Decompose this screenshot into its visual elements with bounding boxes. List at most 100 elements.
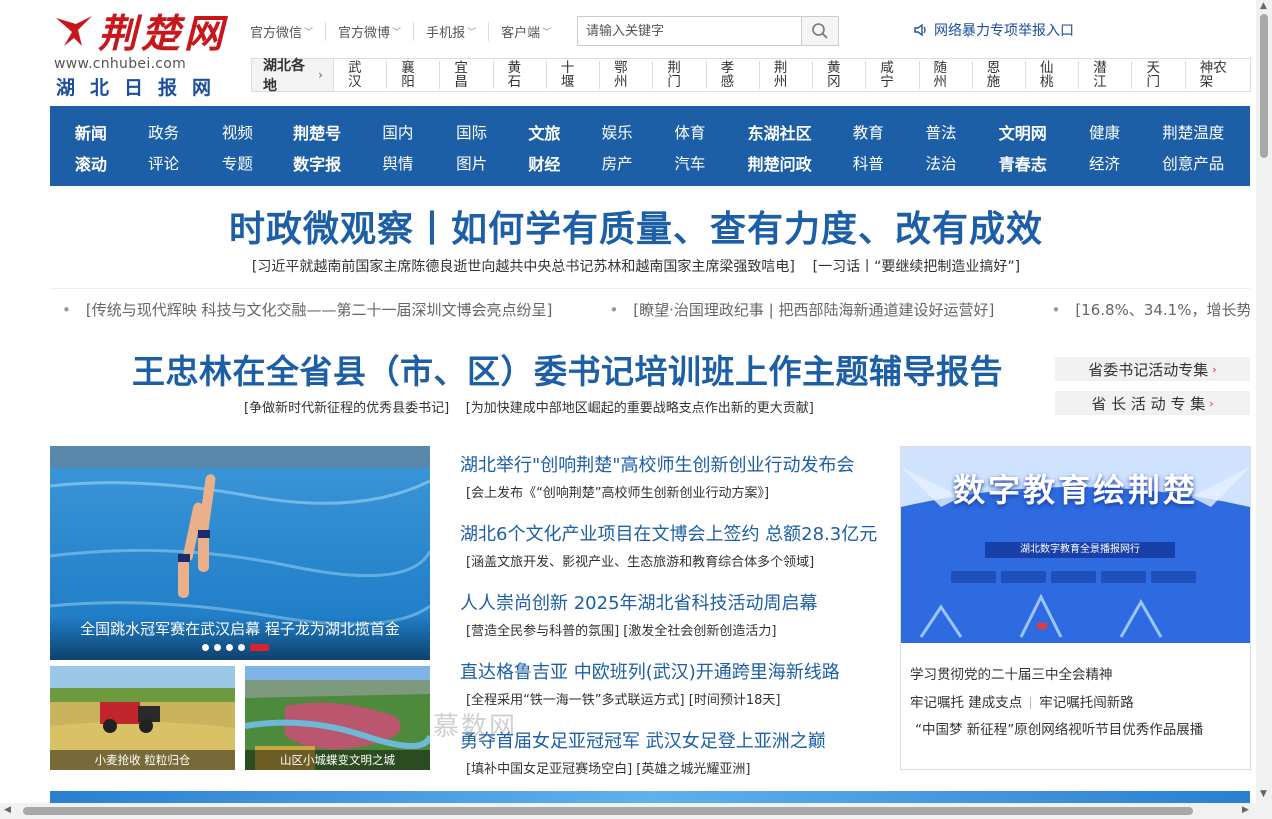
- city-link[interactable]: 咸宁: [866, 61, 920, 89]
- scroll-down-icon[interactable]: ▼: [1260, 789, 1267, 799]
- nav-link[interactable]: 财经: [503, 147, 587, 179]
- city-link[interactable]: 天门: [1132, 61, 1186, 89]
- nav-link[interactable]: 汽车: [648, 147, 732, 179]
- toplink-client[interactable]: 客户端 ﹀: [501, 22, 563, 41]
- promo-link[interactable]: 牢记嘱托 建成支点: [910, 695, 1022, 711]
- nav-link[interactable]: 评论: [132, 147, 196, 179]
- nav-link[interactable]: 荆楚温度: [1136, 116, 1250, 148]
- carousel-dot[interactable]: [202, 644, 209, 651]
- news-title[interactable]: 勇夺首届女足亚冠冠军 武汉女足登上亚洲之巅: [460, 727, 890, 753]
- vertical-scrollbar[interactable]: ▲ ▼: [1256, 0, 1272, 803]
- city-link[interactable]: 荆门: [653, 61, 707, 89]
- city-link[interactable]: 武汉: [334, 61, 388, 89]
- news-title[interactable]: 湖北6个文化产业项目在文博会上签约 总额28.3亿元: [460, 520, 890, 546]
- nav-link[interactable]: 经济: [1073, 147, 1137, 179]
- promo-link[interactable]: “中国梦 新征程”原创网络视听节目优秀作品展播: [915, 718, 1203, 738]
- ticker-item[interactable]: •[16.8%、34.1%，增长势头强: [1051, 301, 1250, 319]
- news-title[interactable]: 直达格鲁吉亚 中欧班列(武汉)开通跨里海新线路: [460, 658, 890, 684]
- cities-head[interactable]: 湖北各地 ›: [252, 58, 334, 94]
- nav-link[interactable]: 健康: [1073, 116, 1137, 148]
- scroll-right-icon[interactable]: ▶: [1242, 805, 1249, 815]
- carousel-dot-active[interactable]: [250, 644, 269, 651]
- nav-link[interactable]: 政务: [132, 116, 196, 148]
- headline-sublink[interactable]: [习近平就越南前国家主席陈德良逝世向越共中央总书记苏林和越南国家主席梁强致唁电]: [252, 259, 795, 275]
- news-sublink[interactable]: [会上发布《“创响荆楚”高校师生创新创业行动方案》]: [466, 482, 890, 501]
- nav-link[interactable]: 滚动: [50, 147, 132, 179]
- site-logo[interactable]: 荆楚网 www.cnhubei.com 湖北日报网: [52, 10, 232, 99]
- nav-link[interactable]: 数字报: [279, 147, 355, 179]
- scroll-up-icon[interactable]: ▲: [1260, 1, 1267, 11]
- nav-link[interactable]: 文明网: [973, 116, 1073, 148]
- horizontal-scrollbar[interactable]: ◀ ▶: [0, 803, 1272, 819]
- nav-link[interactable]: 普法: [909, 116, 973, 148]
- carousel-dot[interactable]: [226, 644, 233, 651]
- city-link[interactable]: 黄冈: [813, 61, 867, 89]
- search-button[interactable]: [801, 17, 838, 45]
- scroll-thumb[interactable]: [23, 807, 1193, 815]
- city-link[interactable]: 鄂州: [600, 61, 654, 89]
- headline-sublink[interactable]: [一习话丨“要继续把制造业搞好”]: [813, 259, 1020, 275]
- nav-link[interactable]: 舆情: [355, 147, 441, 179]
- report-link[interactable]: 网络暴力专项举报入口: [913, 20, 1074, 40]
- news-title[interactable]: 湖北举行"创响荆楚"高校师生创新创业行动发布会: [460, 451, 890, 477]
- nav-link[interactable]: 荆楚问政: [732, 147, 828, 179]
- nav-link[interactable]: 房产: [586, 147, 648, 179]
- nav-link[interactable]: 教育: [827, 116, 909, 148]
- city-link[interactable]: 襄阳: [387, 61, 441, 89]
- nav-link[interactable]: 视频: [196, 116, 280, 148]
- search-input[interactable]: [578, 17, 801, 45]
- photo-thumb-wheat[interactable]: 小麦抢收 粒粒归仓: [50, 666, 235, 770]
- carousel-dot[interactable]: [238, 644, 245, 651]
- photo-thumb-city[interactable]: 山区小城蝶变文明之城: [245, 666, 430, 770]
- promo-link[interactable]: 牢记嘱托闯新路: [1039, 695, 1134, 711]
- city-link[interactable]: 潜江: [1079, 61, 1133, 89]
- nav-link[interactable]: 图片: [441, 147, 503, 179]
- toplink-wechat[interactable]: 官方微信 ﹀: [250, 21, 327, 41]
- scroll-thumb[interactable]: [1260, 14, 1268, 158]
- news-sublink[interactable]: [填补中国女足亚冠赛场空白] [英雄之城光耀亚洲]: [466, 758, 890, 777]
- city-link[interactable]: 随州: [920, 61, 973, 89]
- chevron-right-icon: ›: [318, 68, 323, 82]
- nav-link[interactable]: 文旅: [503, 116, 587, 148]
- ticker-item[interactable]: • [传统与现代辉映 科技与文化交融——第二十一届深圳文博会亮点纷呈]: [62, 301, 572, 319]
- nav-link[interactable]: 荆楚号: [279, 116, 355, 148]
- nav-link[interactable]: 国内: [355, 116, 441, 148]
- nav-link[interactable]: 体育: [648, 116, 732, 148]
- city-link[interactable]: 仙桃: [1026, 61, 1080, 89]
- party-secretary-special-button[interactable]: 省委书记活动专集 ›: [1055, 357, 1250, 381]
- news-sublink[interactable]: [全程采用“铁一海一铁”多式联运方式] [时间预计18天]: [466, 689, 890, 708]
- carousel-dot[interactable]: [214, 644, 221, 651]
- headline-sublink[interactable]: [为加快建成中部地区崛起的重要战略支点作出新的更大贡献]: [466, 401, 814, 416]
- governor-special-button[interactable]: 省 长 活 动 专 集 ›: [1055, 391, 1250, 415]
- nav-link[interactable]: 新闻: [50, 116, 132, 148]
- toplink-weibo[interactable]: 官方微博 ﹀: [338, 21, 415, 41]
- city-link[interactable]: 十堰: [547, 61, 601, 89]
- scroll-left-icon[interactable]: ◀: [4, 805, 11, 815]
- nav-link[interactable]: 青春志: [973, 147, 1073, 179]
- nav-link[interactable]: 创意产品: [1136, 147, 1250, 179]
- news-title[interactable]: 人人崇尚创新 2025年湖北省科技活动周启幕: [460, 589, 890, 615]
- nav-link[interactable]: 科普: [827, 147, 909, 179]
- city-link[interactable]: 黄石: [494, 61, 547, 89]
- news-sublink[interactable]: [营造全民参与科普的氛围] [激发全社会创新创造活力]: [466, 620, 890, 639]
- toplink-mobile[interactable]: 手机报 ﹀: [426, 21, 490, 41]
- photo-carousel[interactable]: 全国跳水冠军赛在武汉启幕 程子龙为湖北揽首金: [50, 446, 430, 660]
- nav-link[interactable]: 东湖社区: [732, 116, 828, 148]
- ticker-item[interactable]: • [瞭望·治国理政纪事 | 把西部陆海新通道建设好运营好]: [609, 301, 1014, 319]
- city-link[interactable]: 恩施: [973, 61, 1026, 89]
- nav-link[interactable]: 国际: [441, 116, 503, 148]
- city-link[interactable]: 宜昌: [440, 61, 494, 89]
- city-link[interactable]: 神农架: [1186, 61, 1250, 89]
- city-link[interactable]: 孝感: [707, 61, 760, 89]
- digital-education-banner[interactable]: 数字教育绘荆楚 湖北数字教育全景播报网行: [901, 447, 1250, 643]
- city-link[interactable]: 荆州: [760, 61, 814, 89]
- promo-link[interactable]: 学习贯彻党的二十届三中全会精神: [910, 663, 1113, 683]
- nav-link[interactable]: 法治: [909, 147, 973, 179]
- top-headline[interactable]: 时政微观察丨如何学有质量、查有力度、改有成效: [0, 200, 1272, 252]
- nav-link[interactable]: 娱乐: [586, 116, 648, 148]
- carousel-caption[interactable]: 全国跳水冠军赛在武汉启幕 程子龙为湖北揽首金: [50, 616, 430, 660]
- nav-link[interactable]: 专题: [196, 147, 280, 179]
- second-headline[interactable]: 王忠林在全省县（市、区）委书记培训班上作主题辅导报告: [132, 345, 1003, 393]
- news-sublink[interactable]: [涵盖文旅开发、影视产业、生态旅游和教育综合体多个领域]: [466, 551, 890, 570]
- headline-sublink[interactable]: [争做新时代新征程的优秀县委书记]: [244, 401, 449, 416]
